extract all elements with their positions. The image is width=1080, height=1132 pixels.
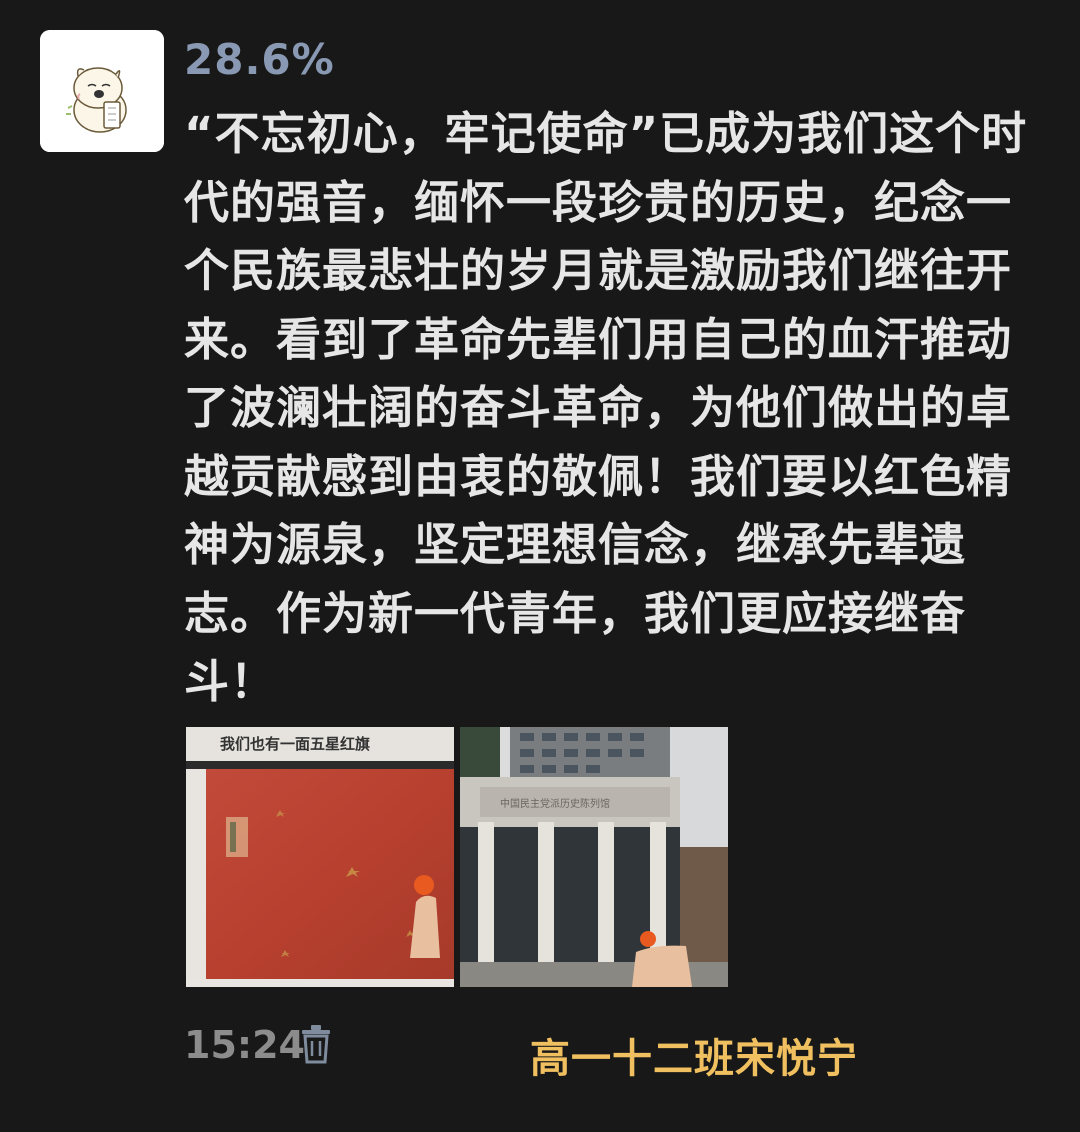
avatar[interactable] — [40, 30, 164, 152]
photo-museum-building[interactable]: 中国民主党派历史陈列馆 — [460, 727, 728, 987]
post-text-line: 代的强音，缅怀一段珍贵的历史，纪念一 — [184, 175, 1013, 229]
nickname[interactable]: 28.6% — [184, 34, 335, 86]
post-text-line: 个民族最悲壮的岁月就是激励我们继往开 — [184, 244, 1013, 297]
post-time: 15:24 — [184, 1023, 305, 1067]
post-text-line: 斗！ — [184, 655, 277, 708]
post-text-line: 神为源泉，坚定理想信念，继承先辈遗 — [184, 518, 967, 571]
post-text-line: 了波澜壮阔的奋斗革命，为他们做出的卓 — [184, 381, 1013, 434]
dog-avatar-icon — [40, 30, 164, 152]
post-text: “不忘初心，牢记使命”已成为我们这个时 代的强音，缅怀一段珍贵的历史，纪念一 个… — [184, 100, 1028, 717]
post-text-line: 志。作为新一代青年，我们更应接继奋 — [184, 586, 967, 640]
museum-sign: 中国民主党派历史陈列馆 — [500, 797, 610, 810]
flag-exhibit-sign: 我们也有一面五星红旗 — [220, 735, 370, 753]
photo-flag-exhibit[interactable]: 我们也有一面五星红旗 — [186, 727, 454, 987]
post-text-line: 越贡献感到由衷的敬佩！我们要以红色精 — [184, 449, 1013, 503]
post-text-line: “不忘初心，牢记使命”已成为我们这个时 — [184, 107, 1028, 160]
trash-icon[interactable] — [300, 1024, 332, 1064]
author-caption: 高一十二班宋悦宁 — [530, 1036, 858, 1082]
post-text-line: 来。看到了革命先辈们用自己的血汗推动 — [184, 312, 1013, 366]
